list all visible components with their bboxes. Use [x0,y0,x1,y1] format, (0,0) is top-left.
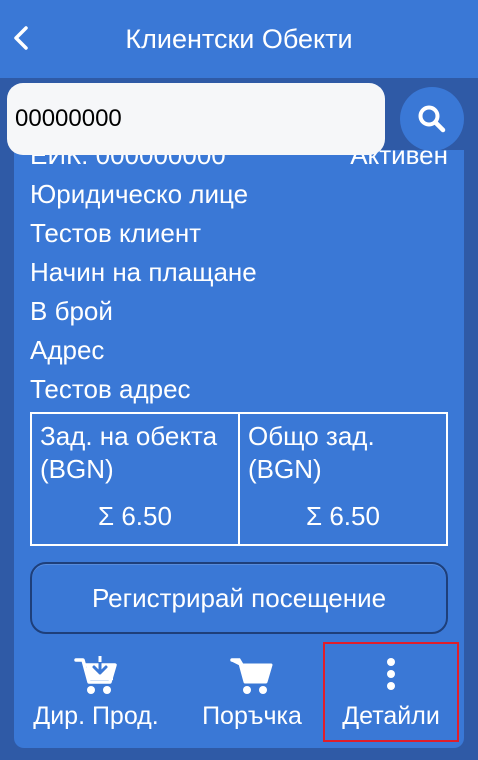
search-input[interactable] [15,83,377,155]
client-name: Тестов клиент [30,218,202,248]
search-icon [418,105,446,133]
entity-type-label: Юридическо лице [30,179,249,209]
back-button[interactable] [6,22,38,54]
site-debt-label: Зад. на обекта (BGN) [40,421,218,484]
chevron-left-icon [14,26,28,50]
client-card: ЕИК: 000000000 Активен Юридическо лице Т… [14,150,464,748]
debt-table: Зад. на обекта (BGN) Σ 6.50 Общо зад. (B… [30,412,448,546]
order-label: Поръчка [202,702,302,730]
details-button[interactable]: Детайли [324,642,458,738]
payment-label: Начин на плащане [30,257,257,287]
address-label: Адрес [30,335,105,365]
order-button[interactable]: Поръчка [184,642,320,738]
cart-download-icon [74,654,118,698]
more-vertical-icon [369,654,413,698]
total-debt-label: Общо зад. (BGN) [248,421,375,484]
site-debt-value: Σ 6.50 [98,501,172,531]
app-bar: Клиентски Обекти [0,0,478,78]
details-label: Детайли [342,702,440,730]
total-debt-value: Σ 6.50 [306,501,380,531]
cart-icon [230,654,274,698]
direct-sale-button[interactable]: Дир. Прод. [14,642,178,738]
search-box [7,83,385,155]
page-title: Клиентски Обекти [125,24,353,54]
payment-value: В брой [30,296,113,326]
bottom-actions: Дир. Прод. Поръчка Детайли [14,642,464,738]
total-debt-cell: Общо зад. (BGN) Σ 6.50 [238,414,446,544]
register-visit-button[interactable]: Регистрирай посещение [30,562,448,634]
search-button[interactable] [400,87,464,151]
direct-sale-label: Дир. Прод. [33,702,159,730]
address-value: Тестов адрес [30,374,191,404]
client-details: ЕИК: 000000000 Активен Юридическо лице Т… [14,150,464,409]
site-debt-cell: Зад. на обекта (BGN) Σ 6.50 [32,414,238,544]
